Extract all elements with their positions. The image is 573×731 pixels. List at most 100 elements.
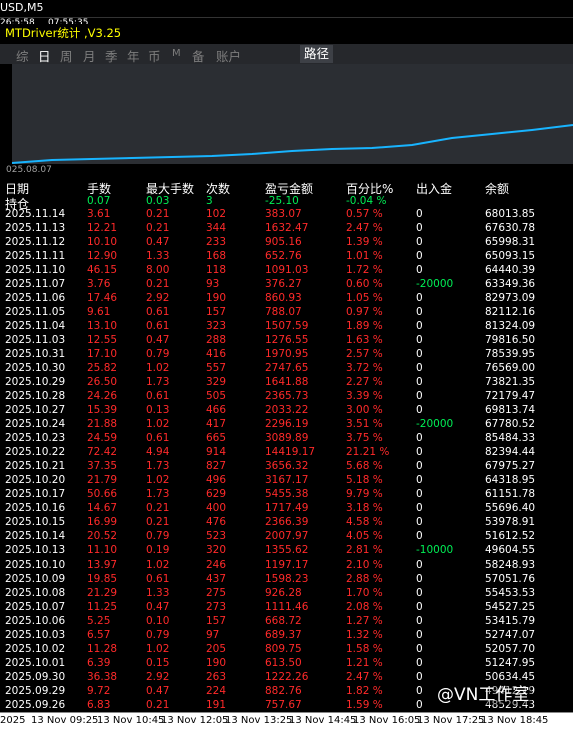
row-balance: 54527.25 [485, 600, 536, 613]
table-row: 2025.10.10 13.97 1.02 246 1197.17 2.10 % 0 5824… [0, 559, 573, 573]
row-count: 157 [206, 614, 227, 627]
tab-summary[interactable]: 综 [16, 46, 29, 65]
row-balance: 55696.40 [485, 502, 536, 515]
row-pnl: 1222.26 [265, 670, 309, 683]
row-lots: 17.46 [87, 292, 118, 305]
row-count: 329 [206, 376, 227, 389]
row-date: 2025.10.13 [5, 544, 66, 557]
row-lots: 19.85 [87, 572, 118, 585]
row-max-lots: 0.21 [146, 698, 170, 711]
tab-quarter[interactable]: 季 [105, 46, 118, 65]
row-deposit: 0 [416, 530, 423, 543]
row-count: 275 [206, 586, 227, 599]
equity-curve [11, 124, 573, 164]
row-lots: 37.35 [87, 460, 118, 473]
table-row: 2025.11.10 46.15 8.00 118 1091.03 1.72 % 0 6444… [0, 264, 573, 278]
tab-month[interactable]: 月 [83, 46, 96, 65]
row-pnl: 1970.95 [265, 348, 309, 361]
row-balance: 82112.16 [485, 306, 536, 319]
table-row: 2025.10.02 11.28 1.02 205 809.75 1.58 % 0 52057… [0, 643, 573, 657]
table-row: 2025.11.14 3.61 0.21 102 383.07 0.57 % 0 68013.… [0, 208, 573, 222]
row-count: 263 [206, 670, 227, 683]
row-count: 97 [206, 628, 220, 641]
row-pnl: 926.28 [265, 586, 302, 599]
tab-currency[interactable]: 币 [148, 46, 161, 65]
row-pct: 1.05 % [346, 292, 383, 305]
row-lots: 13.97 [87, 558, 118, 571]
row-count: 288 [206, 334, 227, 347]
tab-year[interactable]: 年 [127, 46, 140, 65]
row-count: 665 [206, 432, 227, 445]
row-max-lots: 0.61 [146, 572, 170, 585]
row-lots: 46.15 [87, 264, 118, 277]
row-deposit: 0 [416, 600, 423, 613]
row-deposit: 0 [416, 362, 423, 375]
axis-label: 13 Nov 09:25 [31, 715, 99, 726]
tab-magic[interactable]: M [172, 48, 181, 59]
row-pct: 1.39 % [346, 236, 383, 249]
row-max-lots: 0.21 [146, 502, 170, 515]
row-pnl: 882.76 [265, 684, 302, 697]
row-lots: 6.83 [87, 698, 111, 711]
axis-label: 13 Nov 12:05 [161, 715, 229, 726]
tab-path[interactable]: 路径 [300, 45, 334, 63]
row-lots: 26.50 [87, 376, 118, 389]
tab-week[interactable]: 周 [60, 46, 73, 65]
row-pnl: 1598.23 [265, 572, 309, 585]
tab-account[interactable]: 账户 [216, 46, 241, 65]
row-balance: 67630.78 [485, 222, 536, 235]
table-row: 2025.10.07 11.25 0.47 273 1111.46 2.08 % 0 5452… [0, 601, 573, 615]
row-balance: 51612.52 [485, 530, 536, 543]
row-pct: 3.75 % [346, 432, 383, 445]
row-date: 2025.09.26 [5, 698, 66, 711]
row-max-lots: 0.61 [146, 320, 170, 333]
row-deposit: 0 [416, 348, 423, 361]
row-pnl: 1111.46 [265, 600, 309, 613]
row-balance: 78539.95 [485, 348, 536, 361]
row-pct: 1.72 % [346, 264, 383, 277]
row-max-lots: 1.02 [146, 558, 170, 571]
row-date: 2025.10.06 [5, 614, 66, 627]
row-pnl: 2747.65 [265, 362, 309, 375]
tab-note[interactable]: 备 [192, 46, 205, 65]
table-row: 2025.10.13 11.10 0.19 320 1355.62 2.81 % -1000… [0, 544, 573, 558]
row-balance: 53978.91 [485, 516, 536, 529]
holding-count: 3 [206, 195, 213, 207]
row-pnl: 652.76 [265, 250, 302, 263]
row-count: 118 [206, 264, 227, 277]
row-pnl: 668.72 [265, 614, 302, 627]
row-count: 827 [206, 460, 227, 473]
row-lots: 21.88 [87, 418, 118, 431]
table-row: 2025.10.20 21.79 1.02 496 3167.17 5.18 % 0 6431… [0, 474, 573, 488]
row-lots: 12.90 [87, 250, 118, 263]
row-pct: 1.89 % [346, 320, 383, 333]
table-row: 2025.10.29 26.50 1.73 329 1641.88 2.27 % 0 7382… [0, 376, 573, 390]
row-balance: 58248.93 [485, 558, 536, 571]
row-date: 2025.10.09 [5, 572, 66, 585]
row-max-lots: 0.10 [146, 614, 170, 627]
row-max-lots: 2.92 [146, 670, 170, 683]
row-balance: 65093.15 [485, 250, 536, 263]
row-deposit: 0 [416, 488, 423, 501]
row-date: 2025.10.21 [5, 460, 66, 473]
table-row: 2025.11.11 12.90 1.33 168 652.76 1.01 % 0 65093… [0, 250, 573, 264]
row-max-lots: 1.02 [146, 418, 170, 431]
row-date: 2025.09.29 [5, 684, 66, 697]
table-row: 2025.10.23 24.59 0.61 665 3089.89 3.75 % 0 8548… [0, 432, 573, 446]
row-date: 2025.10.31 [5, 348, 66, 361]
table-row: 2025.11.13 12.21 0.21 344 1632.47 2.47 % 0 6763… [0, 222, 573, 236]
row-deposit: 0 [416, 474, 423, 487]
row-max-lots: 0.79 [146, 530, 170, 543]
row-deposit: 0 [416, 404, 423, 417]
row-lots: 3.61 [87, 208, 111, 220]
row-pct: 1.63 % [346, 334, 383, 347]
row-max-lots: 0.13 [146, 404, 170, 417]
tab-day[interactable]: 日 [38, 46, 51, 65]
table-row: 2025.10.01 6.39 0.15 190 613.50 1.21 % 0 51247.… [0, 657, 573, 671]
row-deposit: 0 [416, 306, 423, 319]
row-balance: 52057.70 [485, 642, 536, 655]
row-lots: 17.10 [87, 348, 118, 361]
row-count: 246 [206, 558, 227, 571]
table-row: 2025.11.07 3.76 0.21 93 376.27 0.60 % -20000 63… [0, 278, 573, 292]
axis-label: 13 Nov 13:25 [225, 715, 293, 726]
